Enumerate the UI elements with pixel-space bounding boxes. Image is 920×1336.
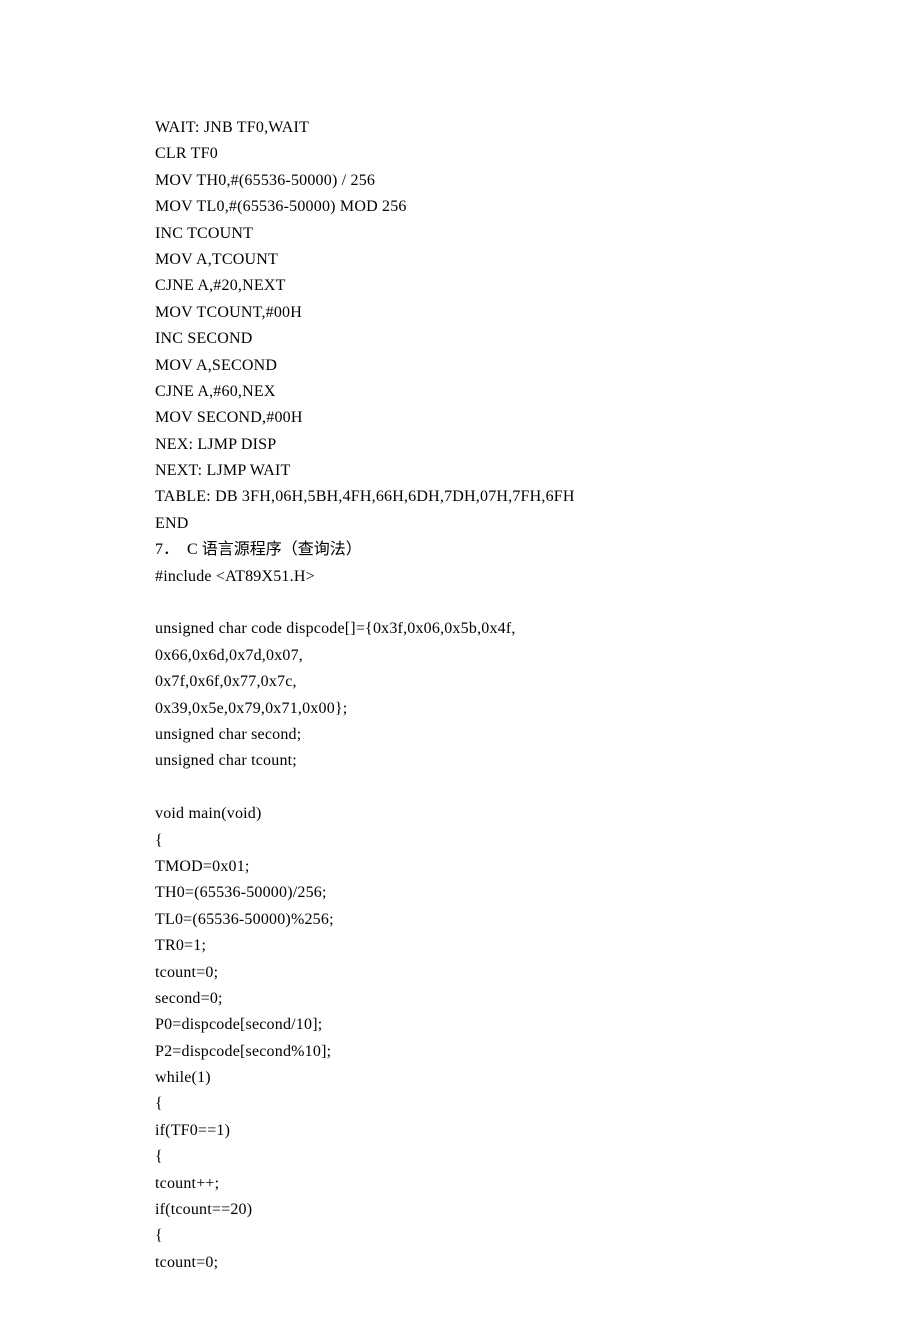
asm-line: MOV A,SECOND <box>155 353 765 379</box>
asm-line: TABLE: DB 3FH,06H,5BH,4FH,66H,6DH,7DH,07… <box>155 484 765 510</box>
c-line: P2=dispcode[second%10]; <box>155 1039 765 1065</box>
asm-line: CJNE A,#20,NEXT <box>155 273 765 299</box>
c-line: { <box>155 828 765 854</box>
c-line: second=0; <box>155 986 765 1012</box>
asm-line: CLR TF0 <box>155 141 765 167</box>
c-line: unsigned char second; <box>155 722 765 748</box>
asm-line: NEXT: LJMP WAIT <box>155 458 765 484</box>
c-line: P0=dispcode[second/10]; <box>155 1012 765 1038</box>
asm-line: INC TCOUNT <box>155 221 765 247</box>
c-line: TL0=(65536-50000)%256; <box>155 907 765 933</box>
c-line: while(1) <box>155 1065 765 1091</box>
c-line: if(TF0==1) <box>155 1118 765 1144</box>
c-line: #include <AT89X51.H> <box>155 564 765 590</box>
asm-line: MOV SECOND,#00H <box>155 405 765 431</box>
section-cjk-text: 语言源程序（查询法） <box>202 541 362 558</box>
asm-line: END <box>155 511 765 537</box>
c-line: { <box>155 1144 765 1170</box>
section-heading: 7． C 语言源程序（查询法） <box>155 537 765 563</box>
c-line: if(tcount==20) <box>155 1197 765 1223</box>
asm-line: WAIT: JNB TF0,WAIT <box>155 115 765 141</box>
c-line: unsigned char tcount; <box>155 748 765 774</box>
asm-line: MOV TL0,#(65536-50000) MOD 256 <box>155 194 765 220</box>
c-line: { <box>155 1223 765 1249</box>
asm-line: INC SECOND <box>155 326 765 352</box>
c-line <box>155 590 765 616</box>
asm-line: NEX: LJMP DISP <box>155 432 765 458</box>
asm-line: CJNE A,#60,NEX <box>155 379 765 405</box>
c-line: 0x39,0x5e,0x79,0x71,0x00}; <box>155 696 765 722</box>
c-line: 0x7f,0x6f,0x77,0x7c, <box>155 669 765 695</box>
c-line: unsigned char code dispcode[]={0x3f,0x06… <box>155 616 765 642</box>
c-line: TR0=1; <box>155 933 765 959</box>
c-line <box>155 775 765 801</box>
section-prefix: 7． C <box>155 541 202 558</box>
c-line: void main(void) <box>155 801 765 827</box>
c-line: { <box>155 1091 765 1117</box>
c-line: tcount=0; <box>155 1250 765 1276</box>
c-line: tcount++; <box>155 1171 765 1197</box>
c-line: TMOD=0x01; <box>155 854 765 880</box>
asm-line: MOV TCOUNT,#00H <box>155 300 765 326</box>
document-page: WAIT: JNB TF0,WAIT CLR TF0 MOV TH0,#(655… <box>0 0 920 1336</box>
asm-line: MOV A,TCOUNT <box>155 247 765 273</box>
c-line: tcount=0; <box>155 960 765 986</box>
c-line: TH0=(65536-50000)/256; <box>155 880 765 906</box>
c-line: 0x66,0x6d,0x7d,0x07, <box>155 643 765 669</box>
asm-line: MOV TH0,#(65536-50000) / 256 <box>155 168 765 194</box>
